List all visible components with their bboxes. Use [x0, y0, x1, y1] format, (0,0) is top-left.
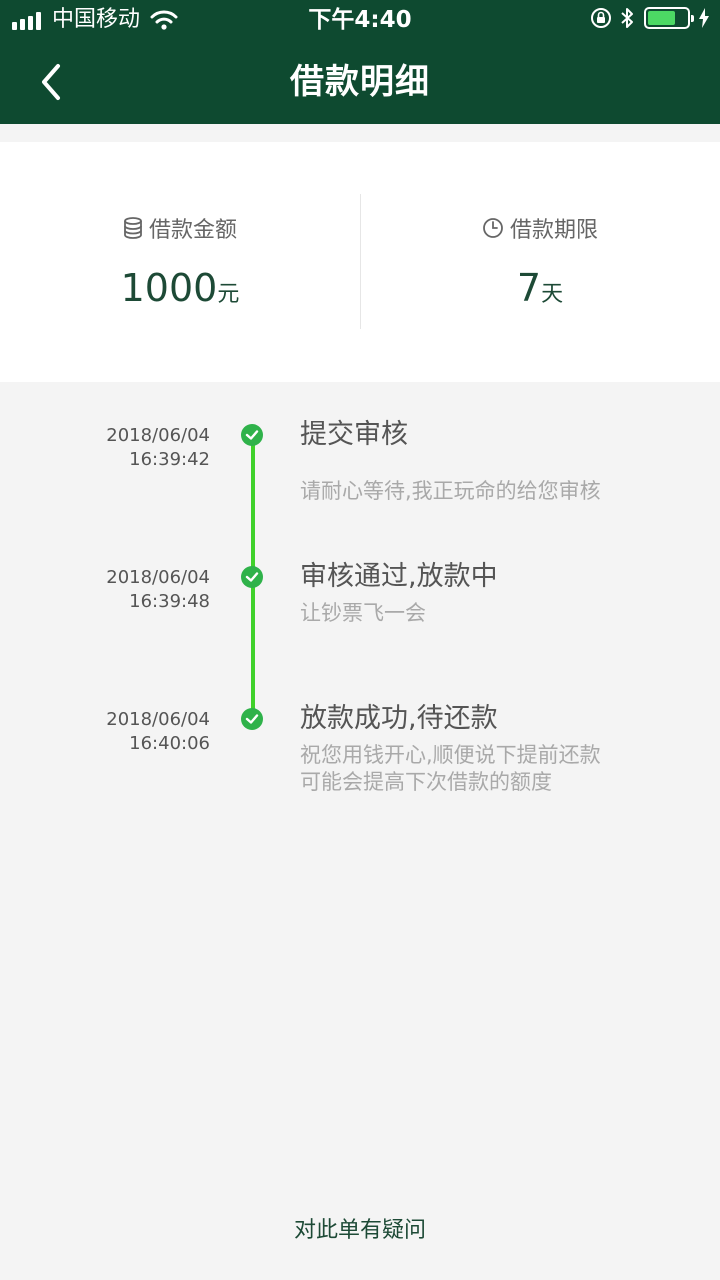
bluetooth-icon [621, 8, 633, 28]
loan-amount-section: 借款金额 1000元 [0, 142, 360, 382]
check-icon [241, 424, 263, 446]
loan-term-value: 7 [516, 266, 542, 310]
step-date: 2018/06/04 [106, 709, 210, 730]
page-title: 借款明细 [290, 62, 430, 102]
loan-progress-timeline: 2018/06/04 16:39:42 提交审核 请耐心等待,我正玩命的给您审核… [0, 382, 720, 1182]
step-date: 2018/06/04 [106, 567, 210, 588]
clock-icon [483, 218, 503, 238]
step-title: 审核通过,放款中 [300, 561, 498, 592]
step-date: 2018/06/04 [106, 425, 210, 446]
loan-summary-card: 借款金额 1000元 借款期限 7天 [0, 142, 720, 382]
loan-amount-unit: 元 [217, 282, 240, 307]
loan-amount-label: 借款金额 [148, 218, 237, 243]
charging-bolt-icon [699, 8, 709, 28]
timeline-connector [251, 578, 255, 710]
step-description: 祝您用钱开心,顺便说下提前还款 [300, 743, 601, 767]
step-title: 放款成功,待还款 [300, 703, 498, 734]
nav-bar: 借款明细 [0, 40, 720, 124]
check-icon [241, 708, 263, 730]
loan-term-label: 借款期限 [509, 218, 598, 243]
step-title: 提交审核 [300, 419, 408, 450]
step-description: 请耐心等待,我正玩命的给您审核 [300, 479, 601, 503]
status-bar: 中国移动 下午4:40 [0, 0, 720, 40]
step-description: 让钞票飞一会 [300, 601, 426, 625]
step-time: 16:39:48 [129, 591, 210, 612]
step-description: 可能会提高下次借款的额度 [300, 770, 552, 794]
step-time: 16:40:06 [129, 733, 210, 754]
loan-term-unit: 天 [541, 282, 564, 307]
question-about-order-link[interactable]: 对此单有疑问 [0, 1216, 720, 1246]
loan-term-section: 借款期限 7天 [360, 142, 720, 382]
check-icon [241, 566, 263, 588]
battery-icon [644, 7, 694, 29]
orientation-lock-icon [591, 8, 611, 28]
coins-icon [124, 217, 142, 239]
timeline-connector [251, 436, 255, 568]
loan-amount-value: 1000 [120, 266, 218, 310]
step-time: 16:39:42 [129, 449, 210, 470]
